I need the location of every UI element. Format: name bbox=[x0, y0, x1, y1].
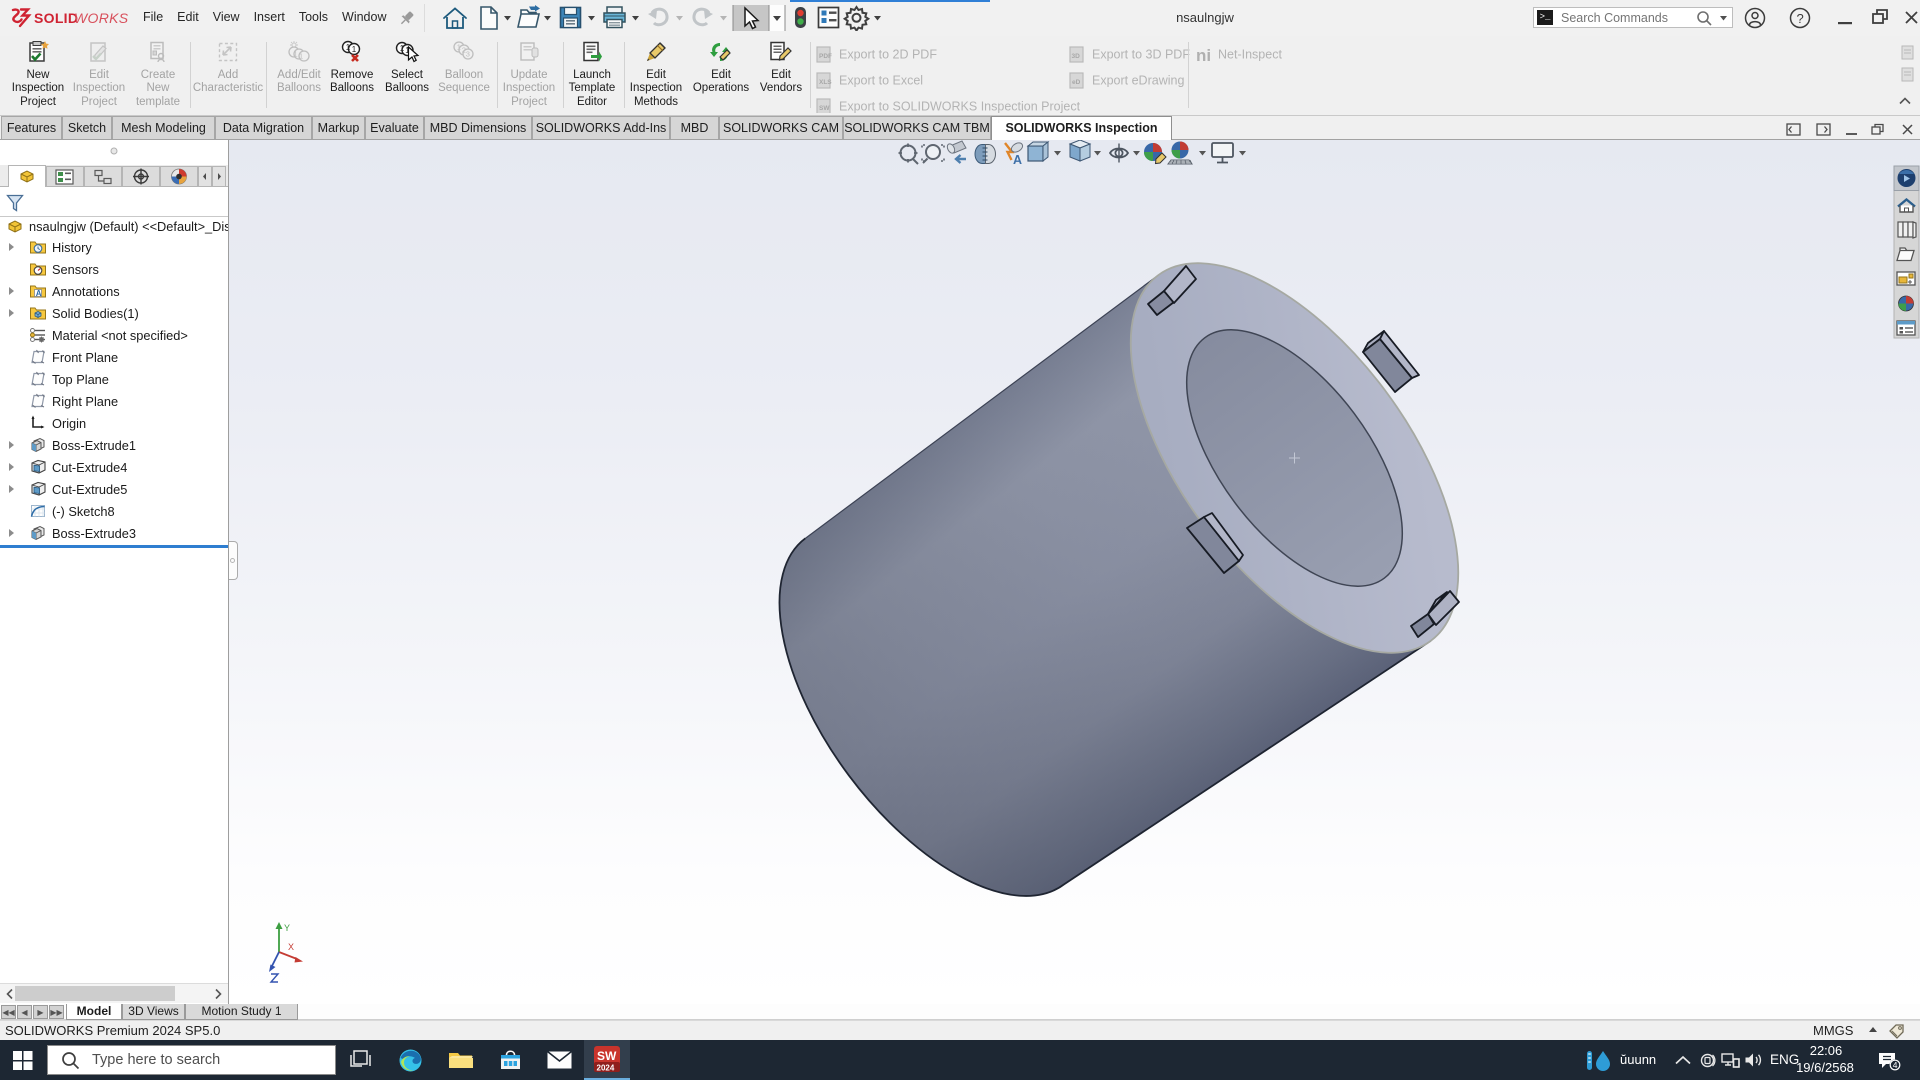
svg-text:Export to Excel: Export to Excel bbox=[839, 74, 923, 88]
svg-text:3D: 3D bbox=[1072, 53, 1081, 60]
svg-text:Net-Inspect: Net-Inspect bbox=[1218, 48, 1282, 62]
svg-text:2024: 2024 bbox=[597, 1064, 615, 1073]
svg-text:1: 1 bbox=[352, 45, 357, 54]
svg-text:1: 1 bbox=[346, 43, 351, 52]
svg-text:?: ? bbox=[1797, 11, 1804, 26]
svg-text:Export to SOLIDWORKS Inspectio: Export to SOLIDWORKS Inspection Project bbox=[839, 100, 1081, 114]
svg-text:1: 1 bbox=[294, 50, 298, 59]
svg-text:ni: ni bbox=[1196, 46, 1211, 65]
svg-text:SOLID: SOLID bbox=[34, 10, 78, 26]
svg-text:Export to 2D PDF: Export to 2D PDF bbox=[839, 48, 937, 62]
svg-text:4: 4 bbox=[1893, 1060, 1898, 1070]
svg-text:3: 3 bbox=[466, 50, 470, 59]
svg-text:X: X bbox=[288, 942, 294, 952]
svg-text:XLS: XLS bbox=[819, 79, 832, 86]
svg-text:1: 1 bbox=[457, 43, 461, 52]
svg-text:Export to 3D PDF: Export to 3D PDF bbox=[1092, 48, 1190, 62]
svg-text:A: A bbox=[1013, 153, 1022, 167]
svg-text:PDF: PDF bbox=[819, 53, 832, 60]
svg-text:Export eDrawing: Export eDrawing bbox=[1092, 74, 1184, 88]
svg-text:Y: Y bbox=[284, 923, 290, 933]
svg-text:eD: eD bbox=[1072, 79, 1081, 86]
svg-text:WORKS: WORKS bbox=[74, 10, 129, 26]
svg-text:SW: SW bbox=[819, 105, 830, 112]
svg-text:SW: SW bbox=[597, 1049, 617, 1063]
svg-text:1: 1 bbox=[299, 52, 303, 61]
svg-text:A: A bbox=[36, 289, 42, 298]
svg-text:1: 1 bbox=[400, 44, 405, 53]
